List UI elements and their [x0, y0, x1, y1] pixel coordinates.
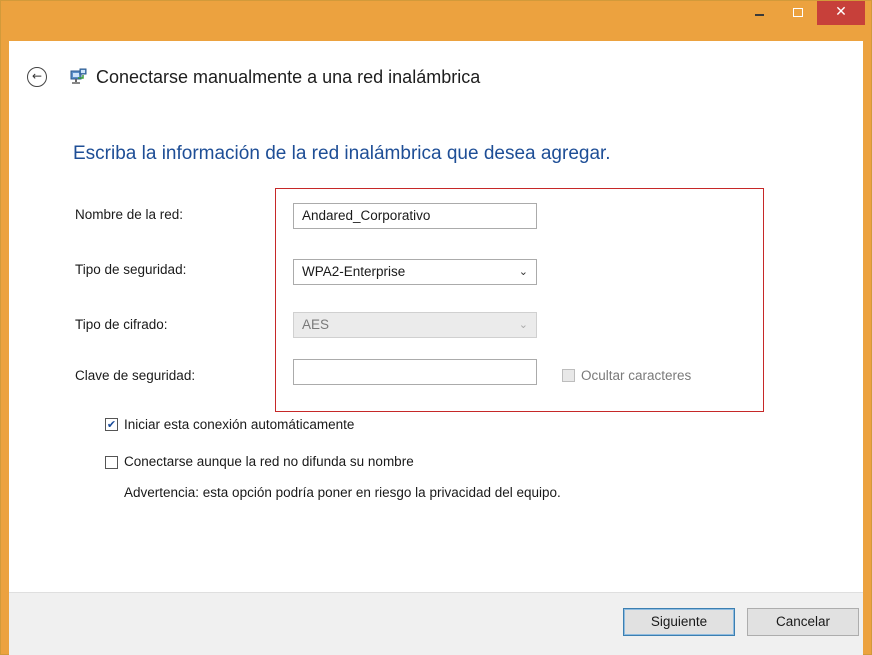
dialog-client-area: ← Conectarse manualmente a una red inalá…: [9, 41, 863, 655]
security-key-label: Clave de seguridad:: [75, 368, 196, 383]
minimize-icon: [754, 14, 764, 16]
close-button[interactable]: ✕: [817, 1, 865, 25]
maximize-button[interactable]: [779, 1, 817, 25]
chevron-down-icon: ⌄: [518, 319, 528, 331]
instruction-heading: Escriba la información de la red inalámb…: [73, 143, 611, 164]
hide-characters-checkbox: [562, 369, 575, 382]
security-key-input[interactable]: [293, 359, 537, 385]
dialog-footer: Siguiente Cancelar: [9, 592, 863, 655]
back-button[interactable]: ←: [27, 67, 47, 87]
close-icon: ✕: [835, 4, 847, 20]
hidden-network-label[interactable]: Conectarse aunque la red no difunda su n…: [124, 454, 414, 469]
auto-connect-label[interactable]: Iniciar esta conexión automáticamente: [124, 417, 354, 432]
checkmark-icon: ✔: [106, 418, 117, 431]
title-bar[interactable]: ✕: [1, 1, 871, 41]
chevron-down-icon: ⌄: [518, 266, 528, 278]
security-type-value: WPA2-Enterprise: [302, 264, 406, 279]
back-arrow-icon: ←: [31, 69, 43, 83]
minimize-button[interactable]: [739, 1, 779, 25]
network-name-label: Nombre de la red:: [75, 207, 184, 222]
encryption-type-label: Tipo de cifrado:: [75, 317, 168, 332]
dialog-header: ← Conectarse manualmente a una red inalá…: [9, 41, 863, 115]
page-title: Conectarse manualmente a una red inalámb…: [96, 67, 481, 87]
network-name-input[interactable]: Andared_Corporativo: [293, 203, 537, 229]
hide-characters-label: Ocultar caracteres: [581, 368, 692, 383]
next-button[interactable]: Siguiente: [623, 608, 735, 636]
cancel-button[interactable]: Cancelar: [747, 608, 859, 636]
encryption-type-select: AES ⌄: [293, 312, 537, 338]
privacy-warning-text: Advertencia: esta opción podría poner en…: [124, 485, 561, 500]
auto-connect-checkbox[interactable]: ✔: [105, 418, 118, 431]
security-type-label: Tipo de seguridad:: [75, 262, 187, 277]
encryption-type-value: AES: [302, 317, 330, 332]
maximize-icon: [793, 7, 803, 17]
security-type-select[interactable]: WPA2-Enterprise ⌄: [293, 259, 537, 285]
dialog-window: ✕ ← Conectarse manualmente a una red ina…: [0, 0, 872, 655]
hidden-network-checkbox[interactable]: [105, 456, 118, 469]
network-connection-icon: [69, 67, 89, 91]
